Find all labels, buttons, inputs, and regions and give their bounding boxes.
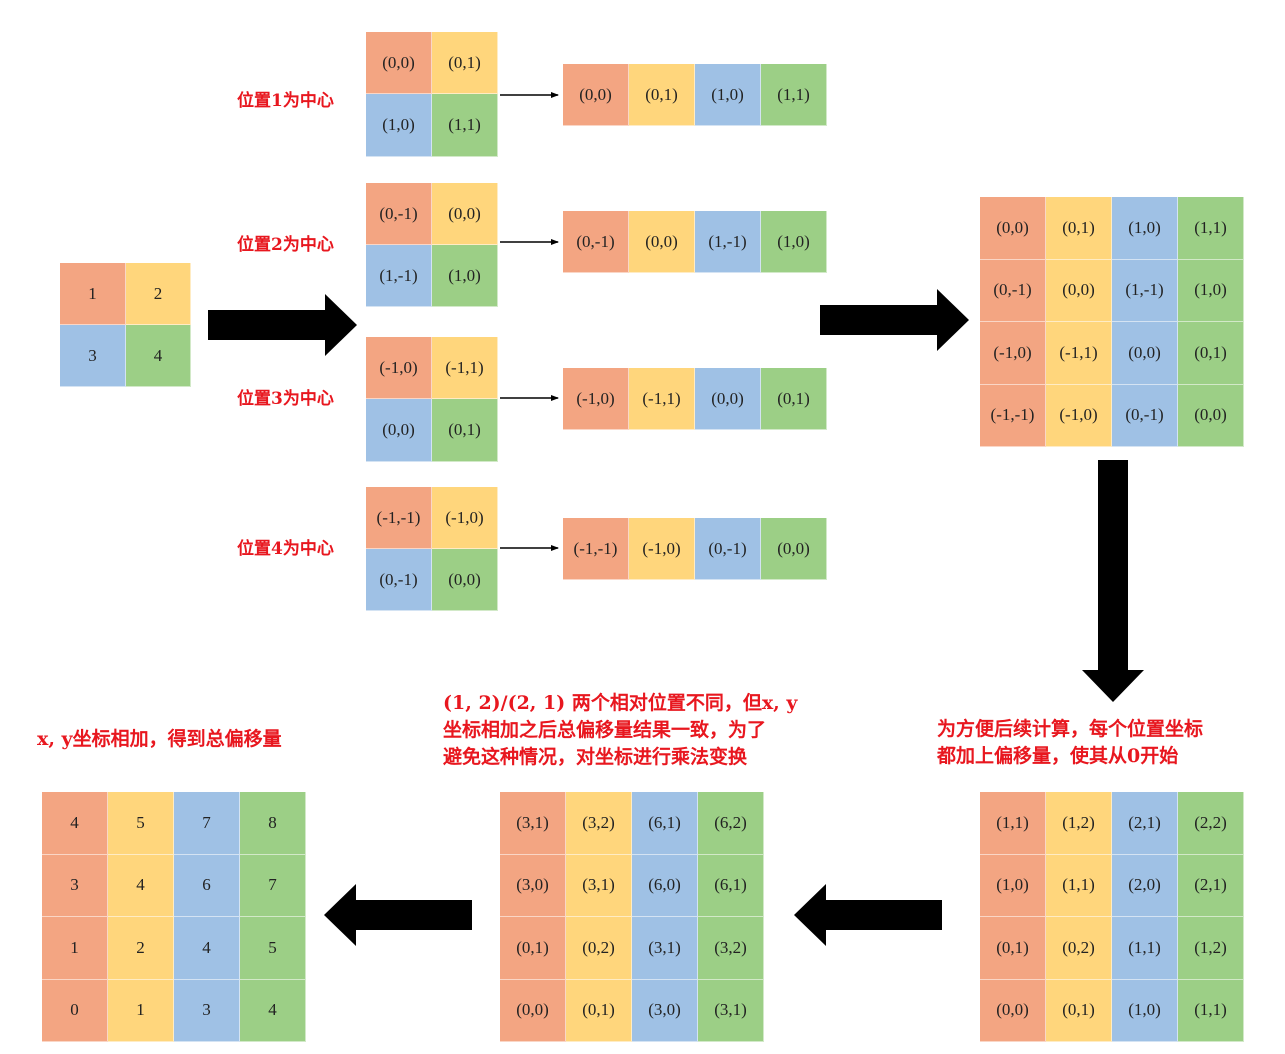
big-left-arrow-icon: [794, 884, 942, 946]
big-left-arrow-icon: [324, 884, 472, 946]
big-right-arrow-icon: [208, 294, 357, 356]
big-down-arrow-icon: [1082, 460, 1144, 702]
big-right-arrow-icon: [820, 289, 969, 351]
arrows-layer: [208, 92, 1144, 946]
